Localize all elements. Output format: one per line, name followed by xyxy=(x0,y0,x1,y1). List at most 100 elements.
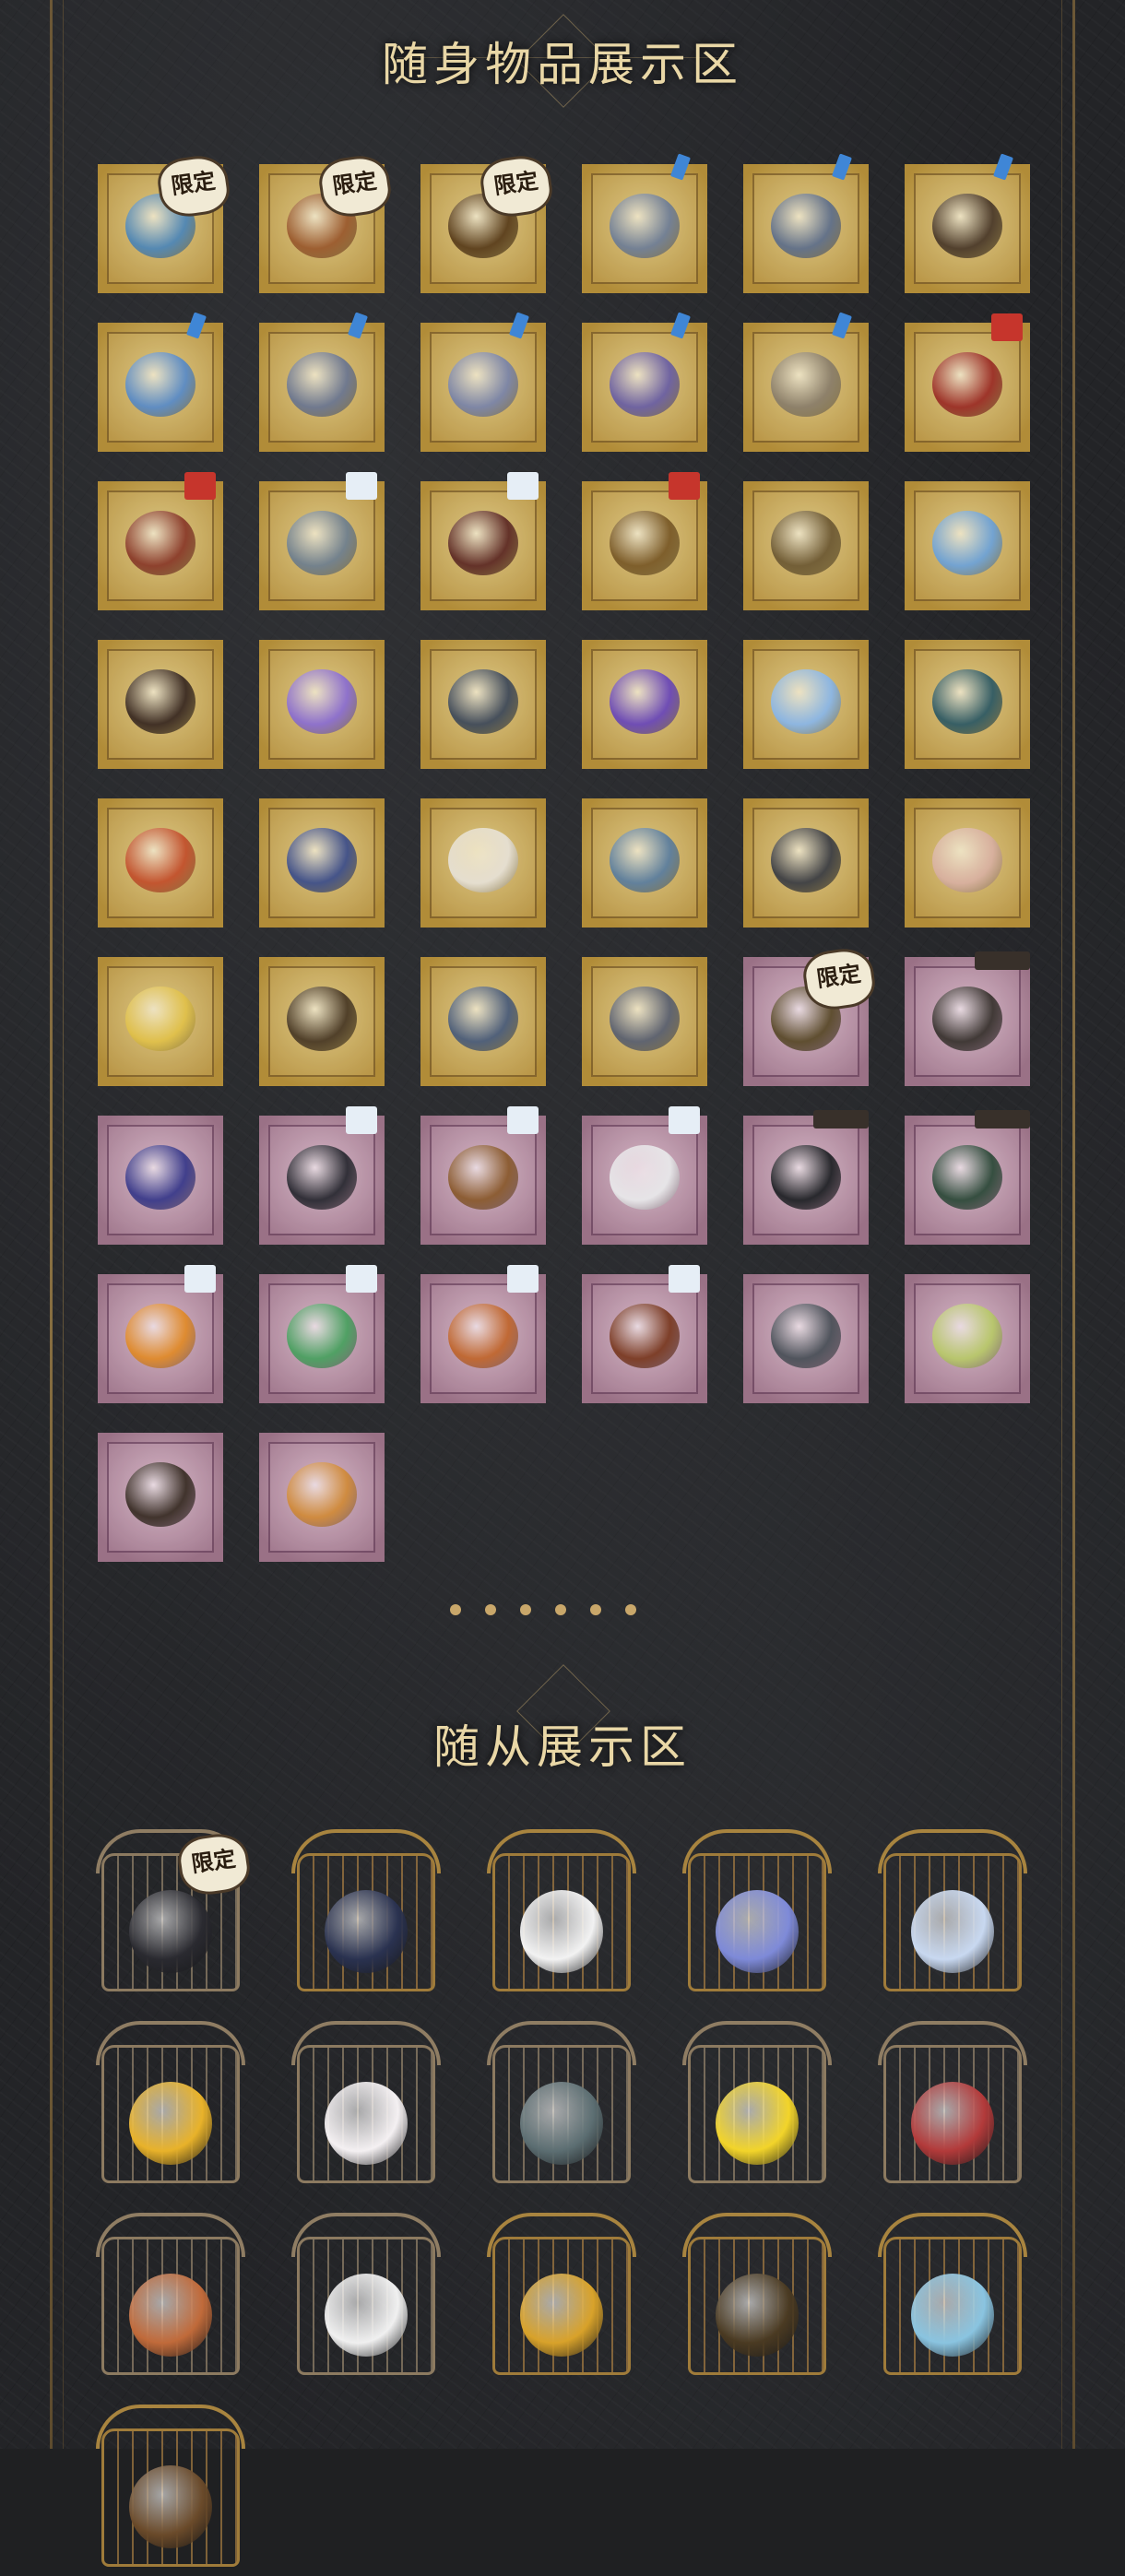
item-tag-icon xyxy=(184,1265,216,1293)
follower-cage[interactable] xyxy=(288,1826,444,2001)
item-stamp[interactable] xyxy=(420,957,546,1086)
item-stamp[interactable] xyxy=(905,1274,1030,1403)
item-stamp[interactable] xyxy=(420,798,546,928)
item-stamp[interactable] xyxy=(98,1116,223,1245)
bouquet-icon xyxy=(125,987,195,1051)
item-stamp[interactable] xyxy=(905,153,1030,293)
reaper-icon xyxy=(129,1890,212,1973)
anchor-icon xyxy=(448,669,518,734)
item-stamp[interactable] xyxy=(743,798,869,928)
follower-cage[interactable] xyxy=(679,2209,835,2384)
heart-icon xyxy=(287,669,357,734)
panda-icon xyxy=(520,1890,603,1973)
item-stamp[interactable]: 限定 xyxy=(98,152,233,293)
rose-icon xyxy=(448,828,518,892)
item-stamp[interactable] xyxy=(905,640,1030,769)
item-stamp[interactable] xyxy=(259,312,385,452)
item-stamp[interactable]: 限定 xyxy=(420,152,556,293)
item-stamp[interactable] xyxy=(98,798,223,928)
item-stamp[interactable] xyxy=(420,312,546,452)
follower-cage[interactable] xyxy=(483,2017,640,2192)
item-stamp[interactable] xyxy=(582,1265,707,1403)
item-stamp[interactable] xyxy=(420,1265,546,1403)
item-stamp[interactable] xyxy=(743,312,869,452)
snowflake-icon xyxy=(771,669,841,734)
follower-cage[interactable]: 限定 xyxy=(92,1826,254,2001)
item-stamp[interactable] xyxy=(743,1110,869,1245)
item-stamp[interactable] xyxy=(259,1433,385,1562)
tail-icon xyxy=(932,669,1002,734)
item-stamp[interactable]: 限定 xyxy=(259,152,395,293)
item-stamp[interactable] xyxy=(420,472,546,610)
item-tag-icon xyxy=(346,1106,377,1134)
item-stamp[interactable] xyxy=(259,1106,385,1245)
item-tag-icon xyxy=(669,472,700,500)
item-stamp[interactable]: 限定 xyxy=(743,945,879,1086)
item-stamp[interactable] xyxy=(582,640,707,769)
item-stamp[interactable] xyxy=(582,472,707,610)
item-stamp[interactable] xyxy=(98,640,223,769)
item-stamp[interactable] xyxy=(905,1110,1030,1245)
bow-icon xyxy=(771,352,841,417)
box-icon xyxy=(448,1145,518,1210)
item-stamp[interactable] xyxy=(743,481,869,610)
duck-icon xyxy=(129,2082,212,2165)
follower-cage[interactable] xyxy=(92,2401,249,2576)
follower-cage[interactable] xyxy=(874,2017,1031,2192)
horn-icon xyxy=(771,511,841,575)
ship-icon xyxy=(448,987,518,1051)
follower-cage[interactable] xyxy=(288,2209,444,2384)
item-tag-icon xyxy=(669,1265,700,1293)
follower-cage[interactable] xyxy=(874,1826,1031,2001)
moth-icon xyxy=(911,2082,994,2165)
doll-icon xyxy=(125,511,195,575)
jar-icon xyxy=(125,1304,195,1368)
item-stamp[interactable] xyxy=(582,1106,707,1245)
item-stamp[interactable] xyxy=(98,1433,223,1562)
item-stamp[interactable] xyxy=(905,951,1030,1086)
item-stamp[interactable] xyxy=(743,640,869,769)
item-stamp[interactable] xyxy=(98,957,223,1086)
item-stamp[interactable] xyxy=(582,312,707,452)
item-stamp[interactable] xyxy=(905,798,1030,928)
divider-dot xyxy=(625,1604,636,1615)
cat-demon-icon xyxy=(520,2082,603,2165)
item-stamp[interactable] xyxy=(420,1106,546,1245)
item-stamp[interactable] xyxy=(743,1274,869,1403)
item-stamp[interactable] xyxy=(905,313,1030,452)
item-stamp[interactable] xyxy=(259,798,385,928)
orb-icon xyxy=(610,669,680,734)
frame-left-border xyxy=(50,0,53,2449)
coat-icon xyxy=(287,1145,357,1210)
divider-dot xyxy=(485,1604,496,1615)
item-stamp[interactable] xyxy=(259,1265,385,1403)
dragon-icon xyxy=(932,194,1002,258)
item-stamp[interactable] xyxy=(582,153,707,293)
scissors-icon xyxy=(610,987,680,1051)
item-stamp[interactable] xyxy=(420,640,546,769)
follower-cage[interactable] xyxy=(679,1826,835,2001)
item-stamp[interactable] xyxy=(98,1265,223,1403)
follower-cage[interactable] xyxy=(483,1826,640,2001)
item-stamp[interactable] xyxy=(743,153,869,293)
item-stamp[interactable] xyxy=(259,957,385,1086)
item-tag-icon xyxy=(346,472,377,500)
lantern-icon xyxy=(287,987,357,1051)
follower-cage[interactable] xyxy=(874,2209,1031,2384)
item-stamp[interactable] xyxy=(905,481,1030,610)
follower-cage[interactable] xyxy=(288,2017,444,2192)
item-stamp[interactable] xyxy=(582,957,707,1086)
divider-dot xyxy=(450,1604,461,1615)
item-stamp[interactable] xyxy=(259,472,385,610)
wing-icon xyxy=(911,2274,994,2357)
item-tag-icon xyxy=(975,951,1030,970)
item-stamp[interactable] xyxy=(259,640,385,769)
brush-icon xyxy=(125,669,195,734)
item-stamp[interactable] xyxy=(98,312,223,452)
follower-cage[interactable] xyxy=(92,2209,249,2384)
item-stamp[interactable] xyxy=(98,472,223,610)
follower-cage[interactable] xyxy=(92,2017,249,2192)
item-stamp[interactable] xyxy=(582,798,707,928)
follower-cage[interactable] xyxy=(483,2209,640,2384)
follower-cage[interactable] xyxy=(679,2017,835,2192)
